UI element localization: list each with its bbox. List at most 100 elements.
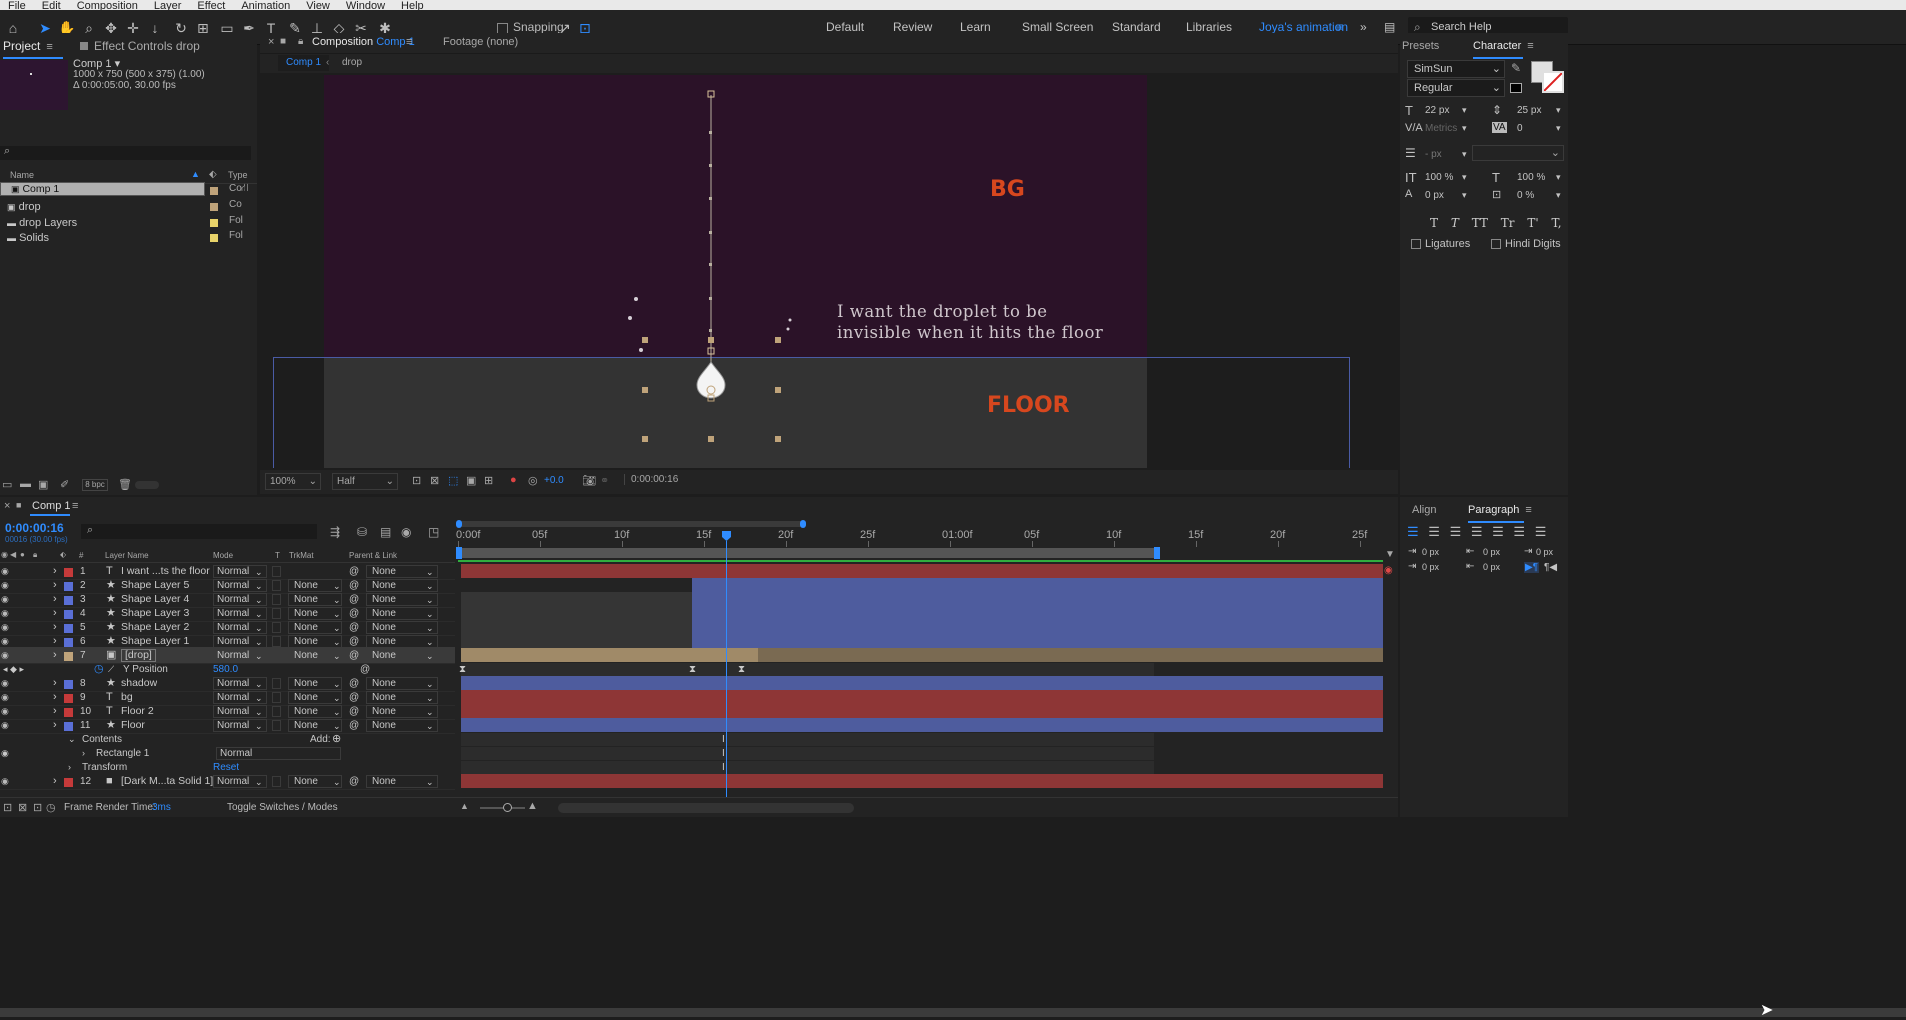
tab-composition[interactable]: Composition Comp 1 <box>312 36 415 48</box>
menu-view[interactable]: View <box>298 1 338 11</box>
timeline-scrollbar[interactable] <box>558 803 854 813</box>
tracking-value[interactable]: 0 <box>1517 123 1523 134</box>
col-type[interactable]: Type <box>228 170 248 180</box>
toggle-switches-button[interactable]: Toggle Switches / Modes <box>227 802 338 813</box>
align-right-icon[interactable]: ☰ <box>1450 524 1462 539</box>
tab-paragraph[interactable]: Paragraph ≡ <box>1468 497 1532 523</box>
chevron-down-icon[interactable]: ▾ <box>1556 105 1561 116</box>
first-line-indent-value[interactable]: 0 px <box>1422 562 1439 572</box>
layer-duration-bar[interactable] <box>692 606 1383 620</box>
small-caps-button[interactable]: Tr <box>1501 216 1515 230</box>
guides-icon[interactable]: ⊞ <box>484 474 493 487</box>
zoom-slider-handle[interactable] <box>503 803 512 812</box>
work-area-start[interactable] <box>456 520 462 528</box>
lock-icon[interactable]: ■ <box>16 500 21 510</box>
chevron-down-icon[interactable]: ▾ <box>1556 123 1561 134</box>
render-icon[interactable]: ⊡ <box>3 801 12 814</box>
preserve-transparency-checkbox[interactable] <box>272 776 281 787</box>
chevron-down-icon[interactable]: ▾ <box>1556 190 1561 201</box>
preserve-transparency-checkbox[interactable] <box>272 608 281 619</box>
menu-help[interactable]: Help <box>393 1 432 11</box>
rtl-direction-icon[interactable]: ¶◀ <box>1544 562 1557 573</box>
leading-value[interactable]: 25 px <box>1517 105 1541 116</box>
subscript-button[interactable]: T, <box>1551 216 1561 230</box>
font-style-dropdown[interactable]: Regular ⌄ <box>1407 79 1505 97</box>
comp-flowchart-icon[interactable]: ⇶ <box>330 525 340 539</box>
faux-bold-button[interactable]: T <box>1430 216 1438 230</box>
tab-footage[interactable]: Footage (none) <box>443 36 518 48</box>
time-ruler[interactable]: 0:00f 05f 10f 15f 20f 25f 01:00f 05f 10f 15f 20f 25… <box>456 529 1383 547</box>
stroke-width-value[interactable]: - px <box>1425 149 1442 160</box>
preserve-transparency-checkbox[interactable] <box>272 566 281 577</box>
transfer-icon[interactable]: ⊠ <box>18 801 27 814</box>
label-color-swatch[interactable] <box>64 680 73 689</box>
preserve-transparency-checkbox[interactable] <box>272 594 281 605</box>
comp-button-icon[interactable]: ▼ <box>1385 549 1395 560</box>
align-left-icon[interactable]: ☰ <box>1407 524 1419 539</box>
horizontal-scale-value[interactable]: 100 % <box>1517 172 1545 183</box>
menu-icon[interactable]: ≡ <box>72 500 78 512</box>
label-color-swatch[interactable] <box>64 708 73 717</box>
precomp-visible-bar[interactable] <box>461 648 758 662</box>
layer-duration-bar[interactable] <box>692 578 1383 592</box>
stroke-style-dropdown[interactable]: ⌄ <box>1472 145 1564 161</box>
label-color-swatch[interactable] <box>64 624 73 633</box>
transparency-grid-icon[interactable]: ⊠ <box>430 474 439 487</box>
chevron-down-icon[interactable]: ▾ <box>1462 190 1467 201</box>
layer-search[interactable]: ⌕ <box>81 524 317 539</box>
project-item-comp1[interactable]: ▣ Comp 1 <box>0 182 205 196</box>
layer-duration-bar[interactable] <box>461 704 1383 718</box>
label-color-swatch[interactable] <box>64 694 73 703</box>
layer-duration-bar[interactable] <box>692 620 1383 634</box>
expand-arrow-icon[interactable]: › <box>53 773 57 790</box>
zoom-dropdown[interactable]: 100% ⌄ <box>265 473 321 490</box>
region-icon[interactable]: ▣ <box>466 474 476 487</box>
baseline-shift-value[interactable]: 0 px <box>1425 190 1444 201</box>
layer-duration-bar[interactable] <box>461 718 1383 732</box>
layer-duration-bar[interactable] <box>692 634 1383 648</box>
close-icon[interactable]: × <box>268 36 274 48</box>
tsume-value[interactable]: 0 % <box>1517 190 1534 201</box>
indent-right-value[interactable]: 0 px <box>1536 547 1553 557</box>
preserve-transparency-checkbox[interactable] <box>272 636 281 647</box>
layer-duration-bar[interactable] <box>461 690 1383 704</box>
menu-icon[interactable]: ≡ <box>1525 504 1531 516</box>
fast-preview-icon[interactable]: ⊡ <box>412 474 421 487</box>
color-management-icon[interactable]: ◎ <box>528 474 538 487</box>
lock-icon[interactable]: 🔒︎ <box>298 36 303 47</box>
trash-icon[interactable]: 🗑 <box>118 478 132 491</box>
preserve-transparency-checkbox[interactable] <box>272 580 281 591</box>
menu-effect[interactable]: Effect <box>189 1 233 11</box>
align-center-icon[interactable]: ☰ <box>1428 524 1440 539</box>
breadcrumb-comp1[interactable]: Comp 1 <box>278 55 330 71</box>
menu-composition[interactable]: Composition <box>69 1 146 11</box>
layer-duration-bar[interactable] <box>692 592 1383 606</box>
show-snapshot-icon[interactable]: ⚭ <box>600 474 609 487</box>
menu-icon[interactable]: ≡ <box>46 41 52 53</box>
label-color-swatch[interactable] <box>64 582 73 591</box>
work-area-bar[interactable] <box>458 521 803 527</box>
layer-duration-bar[interactable] <box>461 676 1383 690</box>
tab-comp1[interactable]: Comp 1 <box>32 500 71 512</box>
exposure-value[interactable]: +0.0 <box>544 475 564 486</box>
comp-duration-bar[interactable] <box>458 548 1158 558</box>
parent-pickwhip-icon[interactable]: @ <box>349 773 359 790</box>
breadcrumb-drop[interactable]: drop <box>342 57 362 68</box>
col-name[interactable]: Name <box>10 170 34 180</box>
flowchart-icon[interactable]: ⛙ <box>241 182 249 196</box>
frame-blend-icon[interactable]: ▤ <box>380 525 391 539</box>
tab-align[interactable]: Align <box>1412 497 1436 523</box>
scroll-handle[interactable] <box>135 481 159 489</box>
menu-icon[interactable]: ≡ <box>406 36 412 48</box>
label-color-swatch[interactable] <box>64 722 73 731</box>
adjust-icon[interactable]: ✐ <box>60 478 69 491</box>
label-color-swatch[interactable] <box>64 778 73 787</box>
motion-blur-icon[interactable]: ◉ <box>401 525 411 539</box>
space-after-value[interactable]: 0 px <box>1483 562 1500 572</box>
search-help-input[interactable]: Search Help <box>1431 21 1492 33</box>
graph-editor-icon[interactable]: ◳ <box>428 525 439 539</box>
justify-all-icon[interactable]: ☰ <box>1535 524 1547 539</box>
space-before-value[interactable]: 0 px <box>1483 547 1500 557</box>
hindi-digits-checkbox[interactable] <box>1491 239 1501 249</box>
kerning-value[interactable]: Metrics <box>1425 123 1457 134</box>
